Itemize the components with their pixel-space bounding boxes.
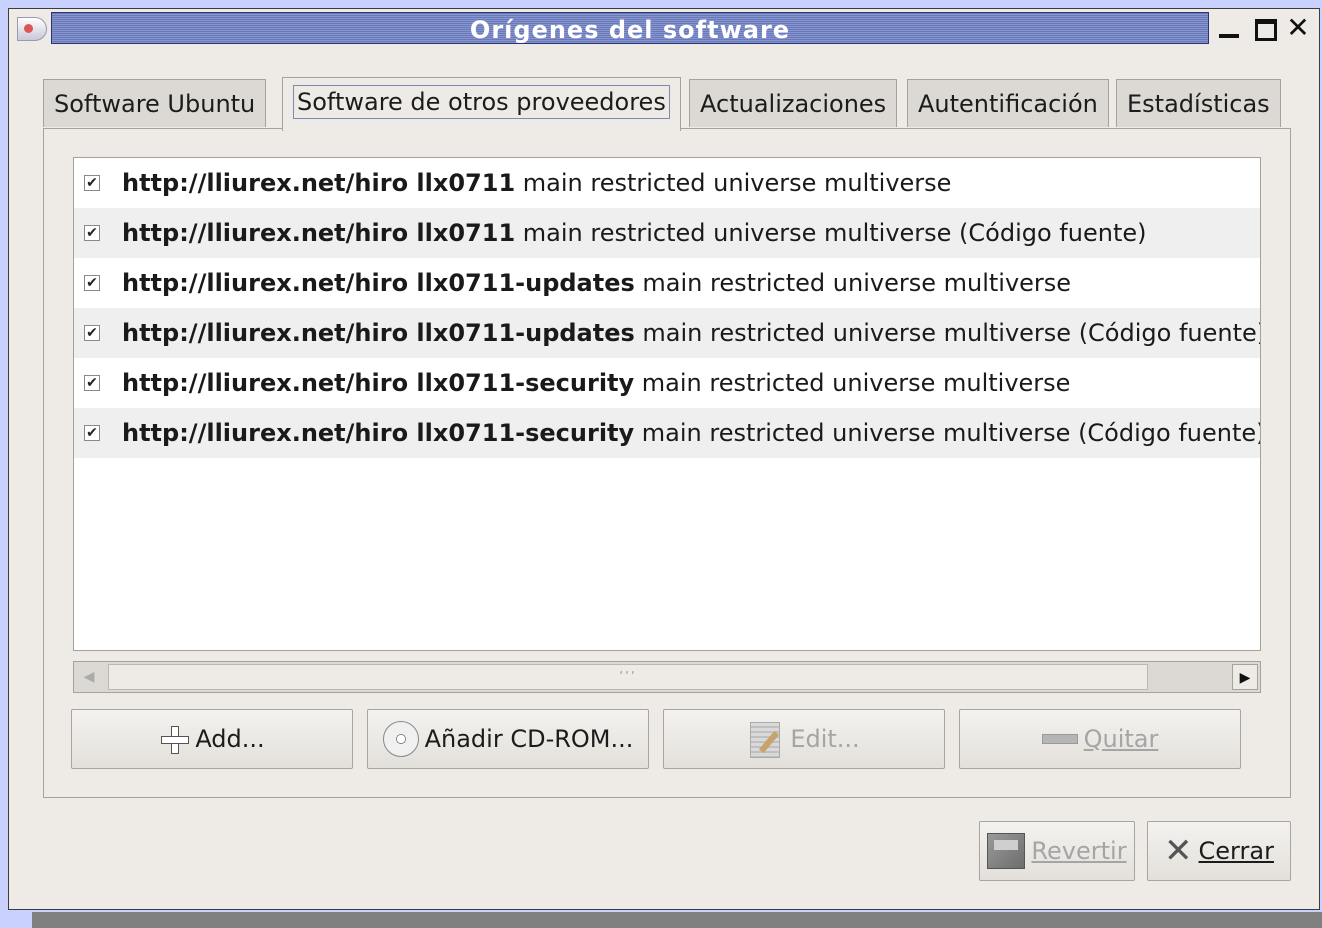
add-source-label: Add...	[195, 725, 265, 753]
tab-third-party-software[interactable]: Software de otros proveedores	[282, 77, 681, 131]
scrollbar-thumb[interactable]: ʼʼʼ	[108, 664, 1148, 690]
source-components: main restricted universe multiverse	[515, 169, 952, 197]
list-item[interactable]: ✔ http://lliurex.net/hiro llx0711 main r…	[74, 158, 1260, 208]
remove-source-button[interactable]: Quitar	[959, 709, 1241, 769]
revert-icon	[987, 833, 1026, 869]
source-components: main restricted universe multiverse (Cód…	[634, 419, 1260, 447]
list-item[interactable]: ✔ http://lliurex.net/hiro llx0711-update…	[74, 258, 1260, 308]
plus-icon	[159, 724, 190, 754]
source-url: http://lliurex.net/hiro llx0711-updates	[122, 269, 635, 297]
source-url: http://lliurex.net/hiro llx0711	[122, 219, 516, 247]
tab-third-party-label: Software de otros proveedores	[293, 85, 670, 119]
tab-authentication[interactable]: Autentificación	[907, 79, 1109, 127]
source-text: http://lliurex.net/hiro llx0711-security…	[122, 358, 1070, 408]
source-components: main restricted universe multiverse (Cód…	[634, 319, 1260, 347]
horizontal-scrollbar[interactable]: ◀ ʼʼʼ ▶	[73, 661, 1261, 693]
source-text: http://lliurex.net/hiro llx0711 main res…	[122, 208, 1146, 258]
close-label: Cerrar	[1198, 837, 1274, 865]
source-text: http://lliurex.net/hiro llx0711-updates …	[122, 258, 1071, 308]
source-url: http://lliurex.net/hiro llx0711	[122, 169, 516, 197]
add-source-button[interactable]: Add...	[71, 709, 353, 769]
tab-software-ubuntu[interactable]: Software Ubuntu	[43, 79, 267, 127]
source-components: main restricted universe multiverse	[634, 369, 1071, 397]
edit-source-button[interactable]: Edit...	[663, 709, 945, 769]
list-item[interactable]: ✔ http://lliurex.net/hiro llx0711-securi…	[74, 358, 1260, 408]
revert-button[interactable]: Revertir	[979, 821, 1135, 881]
window-title: Orígenes del software	[469, 16, 791, 44]
sources-list[interactable]: ✔ http://lliurex.net/hiro llx0711 main r…	[73, 157, 1261, 651]
tab-updates[interactable]: Actualizaciones	[689, 79, 898, 127]
title-bar[interactable]: Orígenes del software ✕	[9, 9, 1319, 49]
edit-source-label: Edit...	[790, 725, 860, 753]
source-url: http://lliurex.net/hiro llx0711-security	[122, 419, 635, 447]
scroll-left-arrow-icon[interactable]: ◀	[76, 664, 102, 690]
scroll-right-arrow-icon[interactable]: ▶	[1232, 664, 1258, 690]
source-components: main restricted universe multiverse (Cód…	[515, 219, 1147, 247]
edit-document-icon	[748, 720, 784, 758]
close-window-button[interactable]: ✕	[1285, 14, 1311, 42]
software-sources-window: Orígenes del software ✕ Software Ubuntu …	[8, 8, 1320, 910]
minimize-button[interactable]	[1217, 15, 1243, 41]
source-text: http://lliurex.net/hiro llx0711-security…	[122, 408, 1260, 458]
add-cdrom-button[interactable]: Añadir CD-ROM...	[367, 709, 649, 769]
close-x-icon: ✕	[1164, 831, 1193, 871]
maximize-button[interactable]	[1253, 15, 1279, 41]
source-checkbox[interactable]: ✔	[84, 375, 100, 391]
list-item[interactable]: ✔ http://lliurex.net/hiro llx0711-update…	[74, 308, 1260, 358]
source-checkbox[interactable]: ✔	[84, 425, 100, 441]
source-text: http://lliurex.net/hiro llx0711-updates …	[122, 308, 1260, 358]
tab-statistics[interactable]: Estadísticas	[1116, 79, 1281, 127]
source-checkbox[interactable]: ✔	[84, 275, 100, 291]
list-item[interactable]: ✔ http://lliurex.net/hiro llx0711-securi…	[74, 408, 1260, 458]
window-shadow	[32, 912, 1322, 928]
source-checkbox[interactable]: ✔	[84, 325, 100, 341]
source-text: http://lliurex.net/hiro llx0711 main res…	[122, 158, 951, 208]
minus-icon	[1041, 734, 1078, 744]
source-checkbox[interactable]: ✔	[84, 175, 100, 191]
window-menu-button[interactable]	[17, 17, 47, 41]
cdrom-icon	[382, 721, 419, 757]
list-item[interactable]: ✔ http://lliurex.net/hiro llx0711 main r…	[74, 208, 1260, 258]
source-url: http://lliurex.net/hiro llx0711-security	[122, 369, 635, 397]
title-band[interactable]: Orígenes del software	[51, 12, 1209, 44]
remove-source-label: Quitar	[1083, 725, 1159, 753]
source-url: http://lliurex.net/hiro llx0711-updates	[122, 319, 635, 347]
revert-label: Revertir	[1031, 837, 1127, 865]
close-button[interactable]: ✕ Cerrar	[1147, 821, 1291, 881]
source-checkbox[interactable]: ✔	[84, 225, 100, 241]
add-cdrom-label: Añadir CD-ROM...	[424, 725, 634, 753]
source-components: main restricted universe multiverse	[634, 269, 1072, 297]
